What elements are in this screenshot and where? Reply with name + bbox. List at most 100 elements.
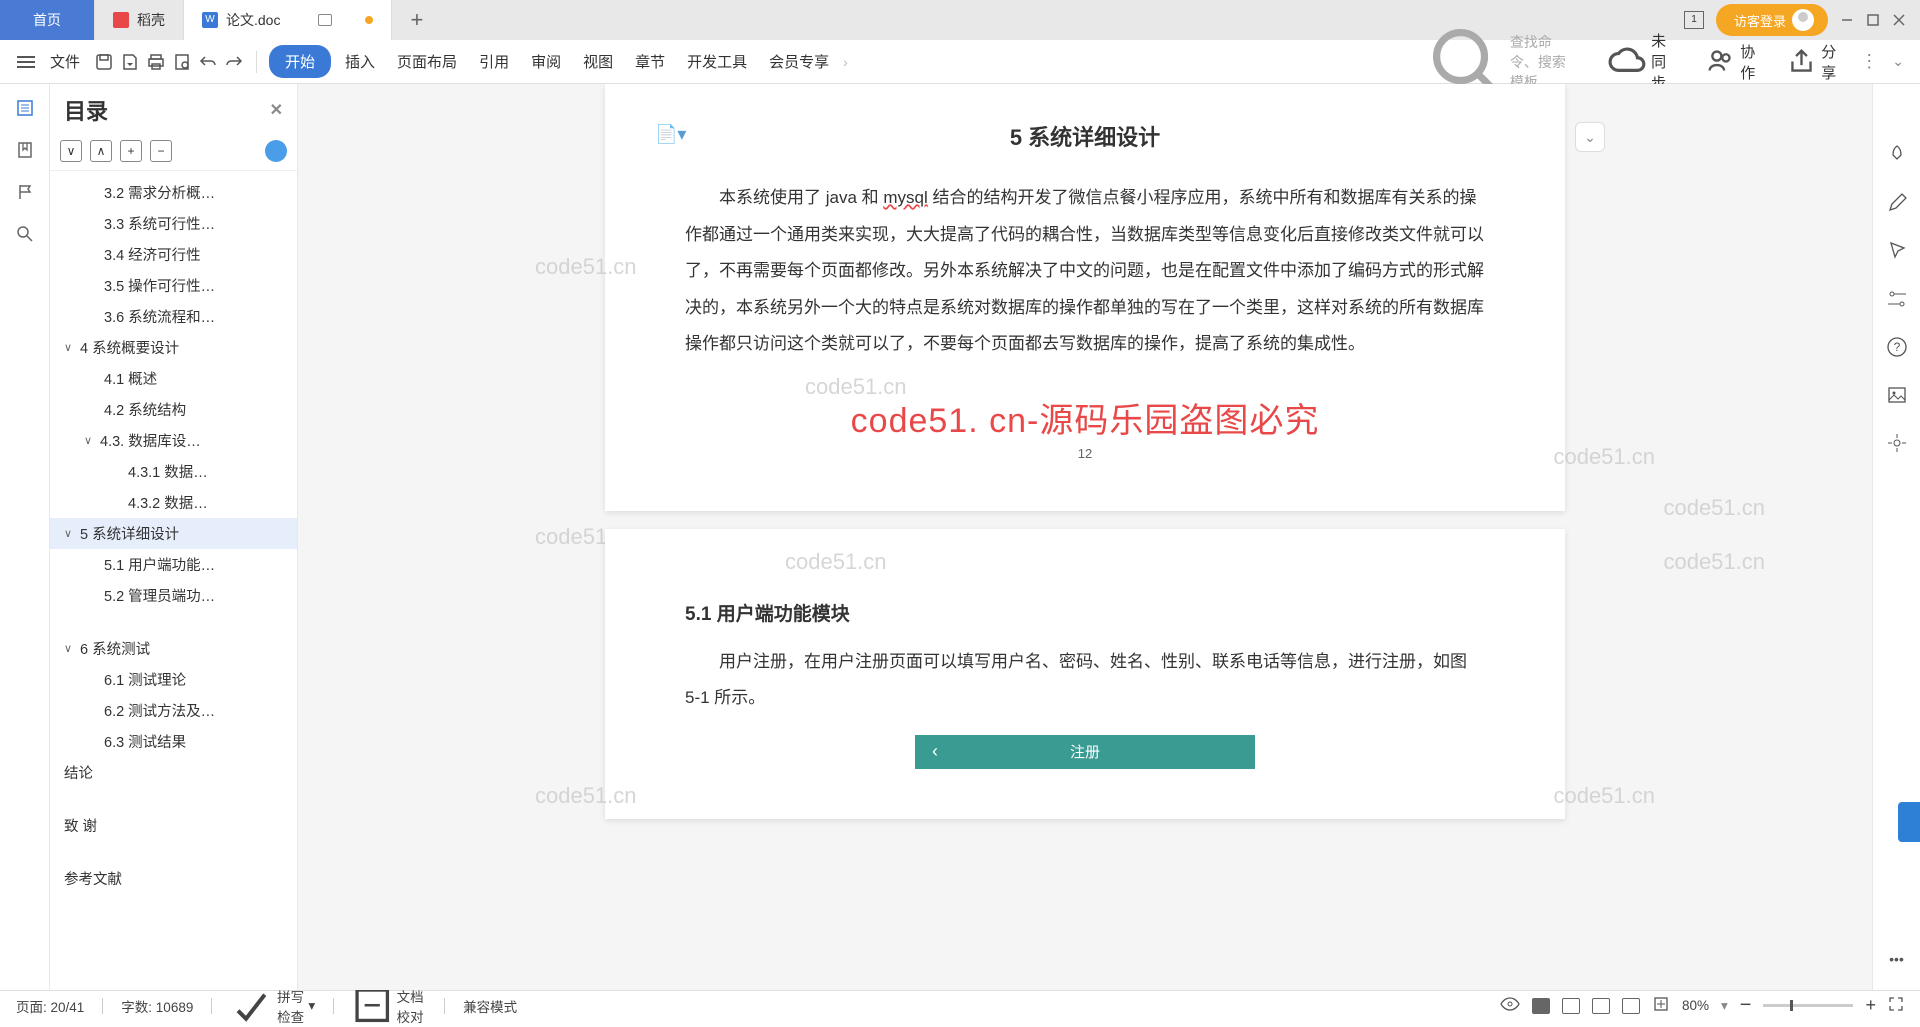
redo-icon[interactable] [224, 52, 244, 72]
watermark: code51.cn [785, 549, 887, 575]
help-icon[interactable]: ? [1886, 336, 1908, 358]
toc-item[interactable]: 3.5 操作可行性… [50, 270, 297, 301]
word-count[interactable]: 字数: 10689 [121, 996, 193, 1016]
zoom-out-button[interactable]: − [1740, 994, 1752, 1017]
menu-references[interactable]: 引用 [471, 45, 517, 78]
view-read-icon[interactable] [1622, 998, 1640, 1014]
cursor-icon[interactable] [1886, 240, 1908, 262]
toc-item[interactable]: 6.2 测试方法及… [50, 695, 297, 726]
print-icon[interactable] [146, 52, 166, 72]
tab-daoke[interactable]: 稻壳 [95, 0, 184, 40]
view-outline-icon[interactable] [1562, 998, 1580, 1014]
toc-item[interactable]: 致 谢 [50, 810, 297, 841]
toc-item[interactable]: 6.3 测试结果 [50, 726, 297, 757]
close-outline-icon[interactable]: ✕ [270, 100, 283, 120]
toc-item[interactable]: 4.2 系统结构 [50, 394, 297, 425]
zoom-level[interactable]: 80% [1682, 998, 1709, 1013]
toc-item-label: 参考文献 [64, 868, 122, 889]
tab-home[interactable]: 首页 [0, 0, 95, 40]
zoom-slider[interactable] [1763, 1004, 1853, 1007]
side-tab-button[interactable] [1898, 802, 1920, 842]
print-preview-icon[interactable] [172, 52, 192, 72]
ai-assistant-icon[interactable] [265, 140, 287, 162]
rocket-icon[interactable] [1886, 144, 1908, 166]
menu-page-layout[interactable]: 页面布局 [389, 45, 465, 78]
daoke-icon [113, 12, 129, 28]
menu-icon[interactable] [16, 52, 36, 72]
status-bar: 页面: 20/41 字数: 10689 拼写检查 ▾ 文档校对 兼容模式 80%… [0, 990, 1920, 1020]
remove-level-button[interactable]: − [150, 140, 172, 162]
toc-item[interactable]: ∨4.3. 数据库设… [50, 425, 297, 456]
menu-insert[interactable]: 插入 [337, 45, 383, 78]
menu-vip[interactable]: 会员专享 [761, 45, 837, 78]
more-icon[interactable]: ⋮ [1860, 51, 1878, 72]
toc-item[interactable]: 3.3 系统可行性… [50, 208, 297, 239]
eye-icon[interactable] [1500, 997, 1520, 1014]
menu-review[interactable]: 审阅 [523, 45, 569, 78]
share-button[interactable]: 分享 [1779, 35, 1846, 89]
menu-section[interactable]: 章节 [627, 45, 673, 78]
paragraph-2: 用户注册，在用户注册页面可以填写用户名、密码、姓名、性别、联系电话等信息，进行注… [685, 644, 1485, 717]
view-web-icon[interactable] [1592, 998, 1610, 1014]
view-page-icon[interactable] [1532, 998, 1550, 1014]
page-settings-icon[interactable]: 📄▾ [655, 124, 686, 145]
watermark: code51.cn [1553, 444, 1655, 470]
toc-item[interactable]: 5.2 管理员端功… [50, 580, 297, 611]
register-label: 注册 [955, 741, 1255, 762]
toc-item[interactable]: 3.6 系统流程和… [50, 301, 297, 332]
file-menu[interactable]: 文件 [42, 45, 88, 78]
expand-all-button[interactable]: ∧ [90, 140, 112, 162]
watermark-red: code51. cn-源码乐园盗图必究 [685, 393, 1485, 442]
toc-item[interactable]: 4.3.2 数据… [50, 487, 297, 518]
menu-view[interactable]: 视图 [575, 45, 621, 78]
compat-mode[interactable]: 兼容模式 [463, 996, 517, 1016]
settings-slider-icon[interactable] [1886, 288, 1908, 310]
add-level-button[interactable]: + [120, 140, 142, 162]
image-icon[interactable] [1886, 384, 1908, 406]
pen-icon[interactable] [1886, 192, 1908, 214]
search-rail-icon[interactable] [15, 224, 35, 244]
zoom-in-button[interactable]: + [1865, 995, 1876, 1016]
zoom-reset-icon[interactable] [1652, 995, 1670, 1016]
sparkle-icon[interactable] [1886, 432, 1908, 454]
collab-label: 协作 [1740, 41, 1757, 83]
toc-item[interactable]: 3.2 需求分析概… [50, 177, 297, 208]
collapse-all-button[interactable]: ∨ [60, 140, 82, 162]
back-icon[interactable]: ‹ [915, 741, 955, 762]
document-canvas[interactable]: 📄▾ ⌄ 5 系统详细设计 本系统使用了 java 和 mysql 结合的结构开… [298, 84, 1872, 990]
collab-button[interactable]: 协作 [1698, 35, 1765, 89]
save-as-icon[interactable] [120, 52, 140, 72]
toc-item[interactable]: 参考文献 [50, 863, 297, 894]
toc-item[interactable]: 4.3.1 数据… [50, 456, 297, 487]
toc-item-label: 4.3. 数据库设… [100, 430, 201, 451]
collapse-ribbon-icon[interactable]: ⌄ [1892, 53, 1904, 70]
save-icon[interactable] [94, 52, 114, 72]
fullscreen-icon[interactable] [1888, 996, 1904, 1015]
bookmark-rail-icon[interactable] [15, 140, 35, 160]
toc-item[interactable]: 4.1 概述 [50, 363, 297, 394]
toc-item-label: 3.5 操作可行性… [104, 275, 215, 296]
collapse-page-button[interactable]: ⌄ [1575, 122, 1605, 152]
new-tab-button[interactable]: + [392, 7, 441, 33]
toc-item[interactable]: 6.1 测试理论 [50, 664, 297, 695]
toc-item-label: 6.3 测试结果 [104, 731, 186, 752]
menu-start[interactable]: 开始 [269, 45, 331, 78]
tab-document[interactable]: W 论文.doc [184, 0, 392, 40]
toc-item[interactable]: ∨5 系统详细设计 [50, 518, 297, 549]
page-indicator[interactable]: 页面: 20/41 [16, 996, 84, 1016]
toc-item[interactable]: ∨6 系统测试 [50, 633, 297, 664]
toc-item[interactable]: ∨4 系统概要设计 [50, 332, 297, 363]
window-mode-icon[interactable] [318, 14, 332, 26]
more-dots-icon[interactable]: ••• [1886, 948, 1908, 970]
outline-rail-icon[interactable] [15, 98, 35, 118]
toc-item[interactable]: 结论 [50, 757, 297, 788]
flag-rail-icon[interactable] [15, 182, 35, 202]
toc-item-label: 6.1 测试理论 [104, 669, 186, 690]
undo-icon[interactable] [198, 52, 218, 72]
toc-item[interactable]: 5.1 用户端功能… [50, 549, 297, 580]
menu-devtools[interactable]: 开发工具 [679, 45, 755, 78]
right-rail: ? ••• [1872, 84, 1920, 990]
outline-title: 目录 [64, 94, 108, 126]
spellcheck-toggle[interactable]: 拼写检查 ▾ [230, 984, 315, 1027]
toc-item[interactable]: 3.4 经济可行性 [50, 239, 297, 270]
